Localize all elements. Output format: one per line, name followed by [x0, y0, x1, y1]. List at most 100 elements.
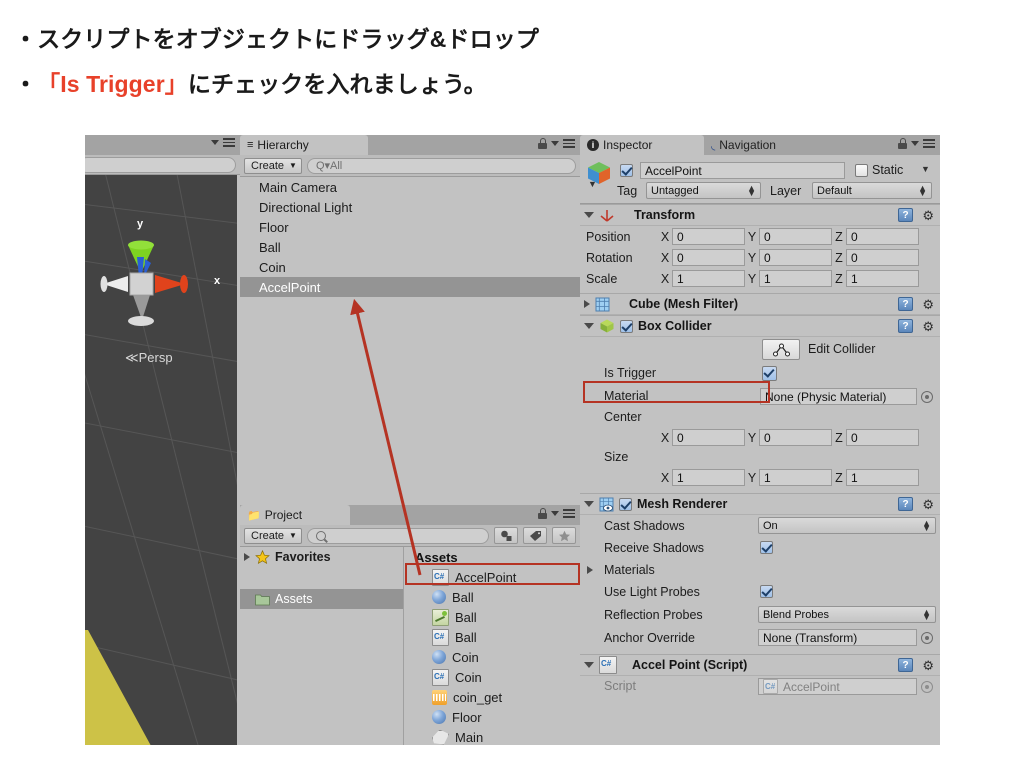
menu-icon[interactable] — [923, 139, 935, 148]
box-collider-enabled-checkbox[interactable] — [620, 319, 633, 333]
foldout-open-icon[interactable] — [584, 662, 594, 668]
physic-material-field[interactable]: None (Physic Material) — [760, 388, 917, 405]
hierarchy-item-main-camera[interactable]: Main Camera — [240, 177, 580, 197]
anchor-override-field[interactable]: None (Transform) — [758, 629, 917, 646]
layer-dropdown[interactable]: Default ▲ ▼ — [812, 182, 932, 199]
menu-icon[interactable] — [223, 138, 235, 147]
lock-icon[interactable] — [538, 138, 547, 149]
component-header-mesh-renderer[interactable]: Mesh Renderer ? ⚙ — [580, 493, 940, 515]
asset-item-ball-script[interactable]: Ball — [404, 627, 580, 647]
scene-view-toolbar[interactable] — [85, 155, 240, 175]
chevron-down-icon[interactable] — [551, 511, 559, 516]
foldout-closed-icon[interactable] — [584, 300, 590, 308]
chevron-down-icon[interactable] — [911, 141, 919, 146]
project-tree-item-favorites[interactable]: Favorites — [240, 547, 403, 567]
chevron-down-icon[interactable] — [211, 140, 219, 145]
position-y-field[interactable]: 0 — [759, 228, 832, 245]
tab-hierarchy[interactable]: ≡ Hierarchy — [240, 135, 368, 155]
rotation-x-field[interactable]: 0 — [672, 249, 745, 266]
rotation-z-field[interactable]: 0 — [846, 249, 919, 266]
scene-gizmo[interactable] — [85, 195, 237, 355]
scale-x-field[interactable]: 1 — [672, 270, 745, 287]
gear-icon[interactable]: ⚙ — [922, 320, 934, 333]
position-z-field[interactable]: 0 — [846, 228, 919, 245]
asset-item-main-mesh[interactable]: Main — [404, 727, 580, 745]
chevron-right-icon[interactable] — [244, 553, 250, 561]
gear-icon[interactable]: ⚙ — [922, 659, 934, 672]
asset-item-coin-script[interactable]: Coin — [404, 667, 580, 687]
gear-icon[interactable]: ⚙ — [922, 498, 934, 511]
edit-collider-button[interactable] — [762, 339, 800, 360]
project-create-button[interactable]: Create ▼ — [244, 527, 302, 544]
help-icon[interactable]: ? — [898, 297, 913, 311]
hierarchy-tab-icons[interactable] — [538, 138, 575, 149]
foldout-open-icon[interactable] — [584, 212, 594, 218]
help-icon[interactable]: ? — [898, 208, 913, 222]
project-tab-icons[interactable] — [538, 508, 575, 519]
materials-row[interactable]: Materials — [580, 560, 940, 582]
project-tree-item-assets[interactable]: Assets — [240, 589, 403, 609]
component-header-mesh-filter[interactable]: Cube (Mesh Filter) ? ⚙ — [580, 293, 940, 315]
scene-viewport[interactable]: y x ≪Persp — [85, 175, 237, 745]
scene-view-search-pill[interactable] — [85, 156, 236, 173]
scale-z-field[interactable]: 1 — [846, 270, 919, 287]
hierarchy-item-floor[interactable]: Floor — [240, 217, 580, 237]
scale-y-field[interactable]: 1 — [759, 270, 832, 287]
hierarchy-search-input[interactable]: Q▾All — [306, 157, 576, 174]
asset-item-coin-prefab[interactable]: Coin — [404, 647, 580, 667]
asset-item-ball-prefab[interactable]: Ball — [404, 587, 580, 607]
foldout-open-icon[interactable] — [584, 323, 594, 329]
foldout-closed-icon[interactable] — [587, 566, 593, 574]
component-header-transform[interactable]: Transform ? ⚙ — [580, 204, 940, 226]
favorites-star-button[interactable] — [552, 527, 576, 544]
project-search-input[interactable] — [306, 527, 489, 544]
tab-navigation[interactable]: ◟ Navigation — [704, 135, 830, 155]
center-x-field[interactable]: 0 — [672, 429, 745, 446]
help-icon[interactable]: ? — [898, 658, 913, 672]
menu-icon[interactable] — [563, 139, 575, 148]
position-x-field[interactable]: 0 — [672, 228, 745, 245]
lock-icon[interactable] — [898, 138, 907, 149]
tab-project[interactable]: 📁 Project — [240, 505, 350, 525]
center-y-field[interactable]: 0 — [759, 429, 832, 446]
object-picker-icon[interactable] — [921, 632, 933, 644]
hierarchy-item-accelpoint[interactable]: AccelPoint — [240, 277, 580, 297]
mesh-renderer-enabled-checkbox[interactable] — [619, 497, 632, 511]
chevron-down-icon[interactable] — [551, 141, 559, 146]
scene-view-tab-icons[interactable] — [211, 138, 235, 147]
static-dropdown-chevron-icon[interactable]: ▼ — [921, 164, 930, 174]
menu-icon[interactable] — [563, 509, 575, 518]
help-icon[interactable]: ? — [898, 319, 913, 333]
tag-dropdown[interactable]: Untagged ▲ ▼ — [646, 182, 761, 199]
tab-inspector[interactable]: i Inspector — [580, 135, 704, 155]
hierarchy-item-ball[interactable]: Ball — [240, 237, 580, 257]
cast-shadows-dropdown[interactable]: On ▲ ▼ — [758, 517, 936, 534]
gameobject-name-field[interactable]: AccelPoint — [640, 162, 845, 179]
inspector-tab-icons[interactable] — [898, 138, 935, 149]
help-icon[interactable]: ? — [898, 497, 913, 511]
hierarchy-create-button[interactable]: Create ▼ — [244, 157, 302, 174]
object-picker-icon[interactable] — [921, 391, 933, 403]
asset-item-coin-get-audio[interactable]: coin_get — [404, 687, 580, 707]
rotation-y-field[interactable]: 0 — [759, 249, 832, 266]
reflection-probes-dropdown[interactable]: Blend Probes ▲ ▼ — [758, 606, 936, 623]
filter-by-label-button[interactable] — [523, 527, 547, 544]
scene-camera-mode-label[interactable]: ≪Persp — [125, 350, 173, 366]
size-y-field[interactable]: 1 — [759, 469, 832, 486]
chevron-down-icon[interactable]: ▼ — [588, 179, 597, 189]
component-header-box-collider[interactable]: Box Collider ? ⚙ — [580, 315, 940, 337]
static-checkbox[interactable] — [855, 164, 868, 177]
size-x-field[interactable]: 1 — [672, 469, 745, 486]
gameobject-enabled-checkbox[interactable] — [620, 164, 633, 177]
asset-item-ball-material[interactable]: Ball — [404, 607, 580, 627]
lock-icon[interactable] — [538, 508, 547, 519]
component-header-accel-point-script[interactable]: Accel Point (Script) ? ⚙ — [580, 654, 940, 676]
size-z-field[interactable]: 1 — [846, 469, 919, 486]
asset-item-accelpoint-script[interactable]: AccelPoint — [404, 567, 580, 587]
hierarchy-item-directional-light[interactable]: Directional Light — [240, 197, 580, 217]
is-trigger-checkbox[interactable] — [762, 366, 777, 381]
asset-item-floor-prefab[interactable]: Floor — [404, 707, 580, 727]
center-z-field[interactable]: 0 — [846, 429, 919, 446]
foldout-open-icon[interactable] — [584, 501, 594, 507]
gear-icon[interactable]: ⚙ — [922, 209, 934, 222]
